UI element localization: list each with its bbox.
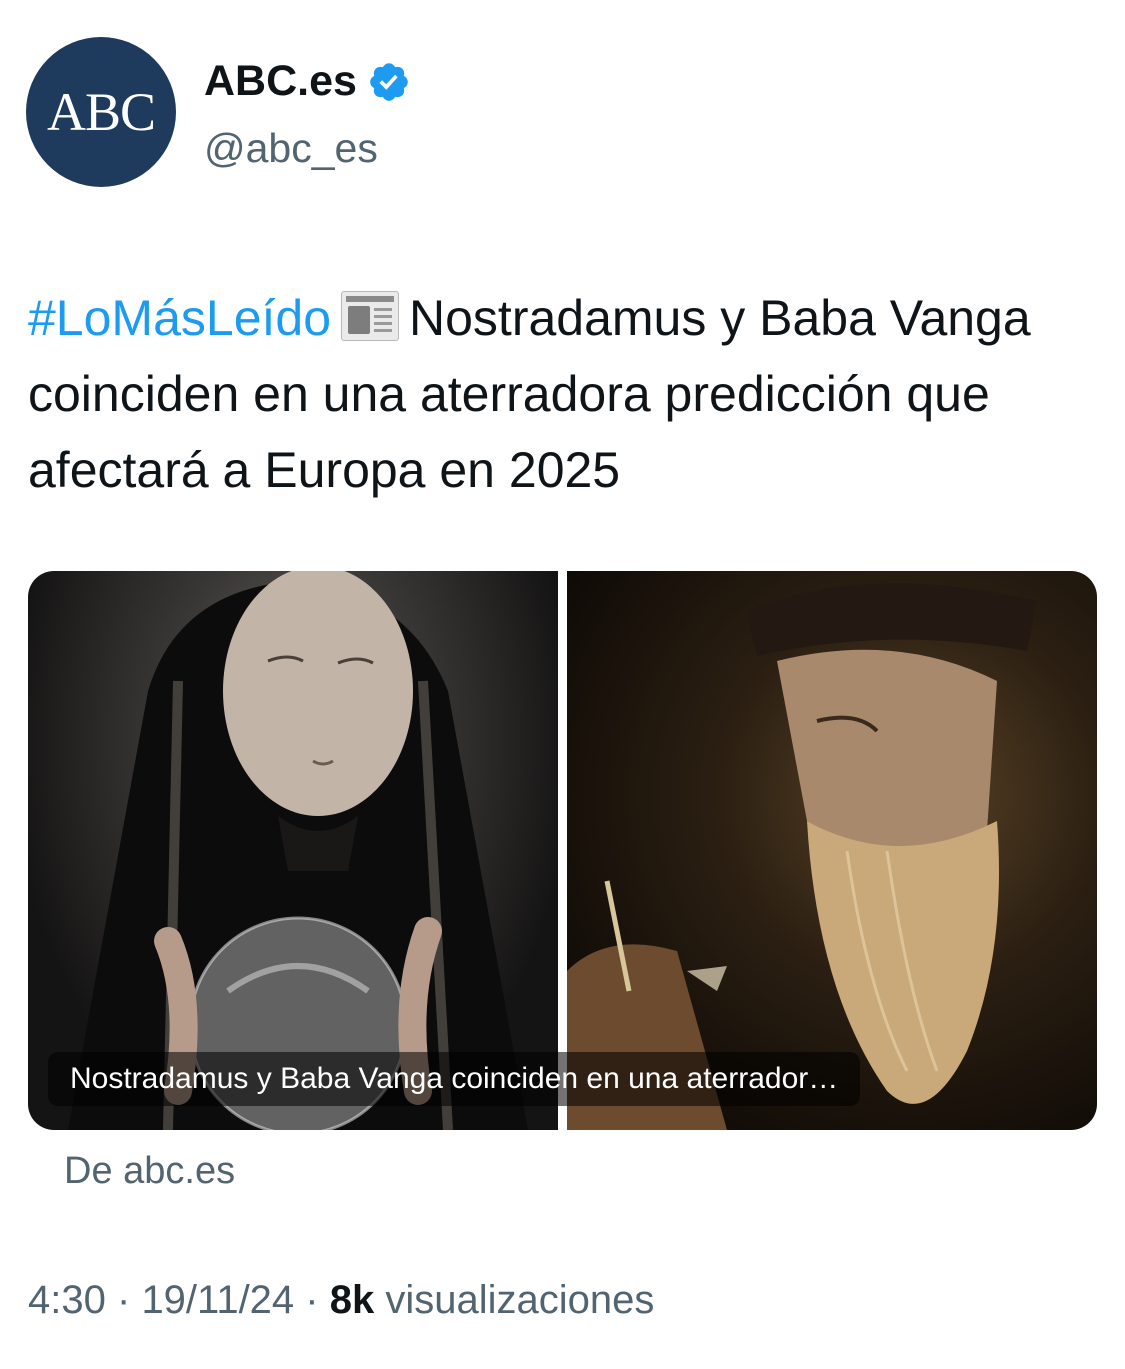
tweet-meta: 4:30 · 19/11/24 · 8k visualizaciones (28, 1278, 654, 1323)
views-count: 8k (329, 1278, 375, 1322)
tweet-text: #LoMásLeído Nostradamus y Baba Vanga coin… (28, 280, 1103, 508)
views-label: visualizaciones (385, 1278, 655, 1322)
avatar-text: ABC (46, 82, 156, 142)
verified-badge-icon (367, 60, 411, 104)
card-source[interactable]: De abc.es (64, 1150, 235, 1193)
card-image-right (567, 571, 1097, 1130)
meta-separator: · (116, 1278, 131, 1322)
hashtag-link[interactable]: #LoMásLeído (28, 290, 331, 346)
tweet-date[interactable]: 19/11/24 (141, 1278, 294, 1322)
tweet-header: ABC ABC.es @abc_es (26, 37, 1096, 187)
name-row: ABC.es (204, 57, 411, 106)
card-caption: Nostradamus y Baba Vanga coinciden en un… (48, 1052, 861, 1106)
card-image-left (28, 571, 558, 1130)
display-name[interactable]: ABC.es (204, 57, 357, 106)
newspaper-icon (341, 291, 400, 341)
meta-separator: · (305, 1278, 319, 1322)
link-card[interactable]: Nostradamus y Baba Vanga coinciden en un… (28, 571, 1097, 1130)
avatar[interactable]: ABC (26, 37, 176, 187)
account-handle[interactable]: @abc_es (204, 125, 378, 172)
tweet-time[interactable]: 4:30 (28, 1278, 106, 1322)
